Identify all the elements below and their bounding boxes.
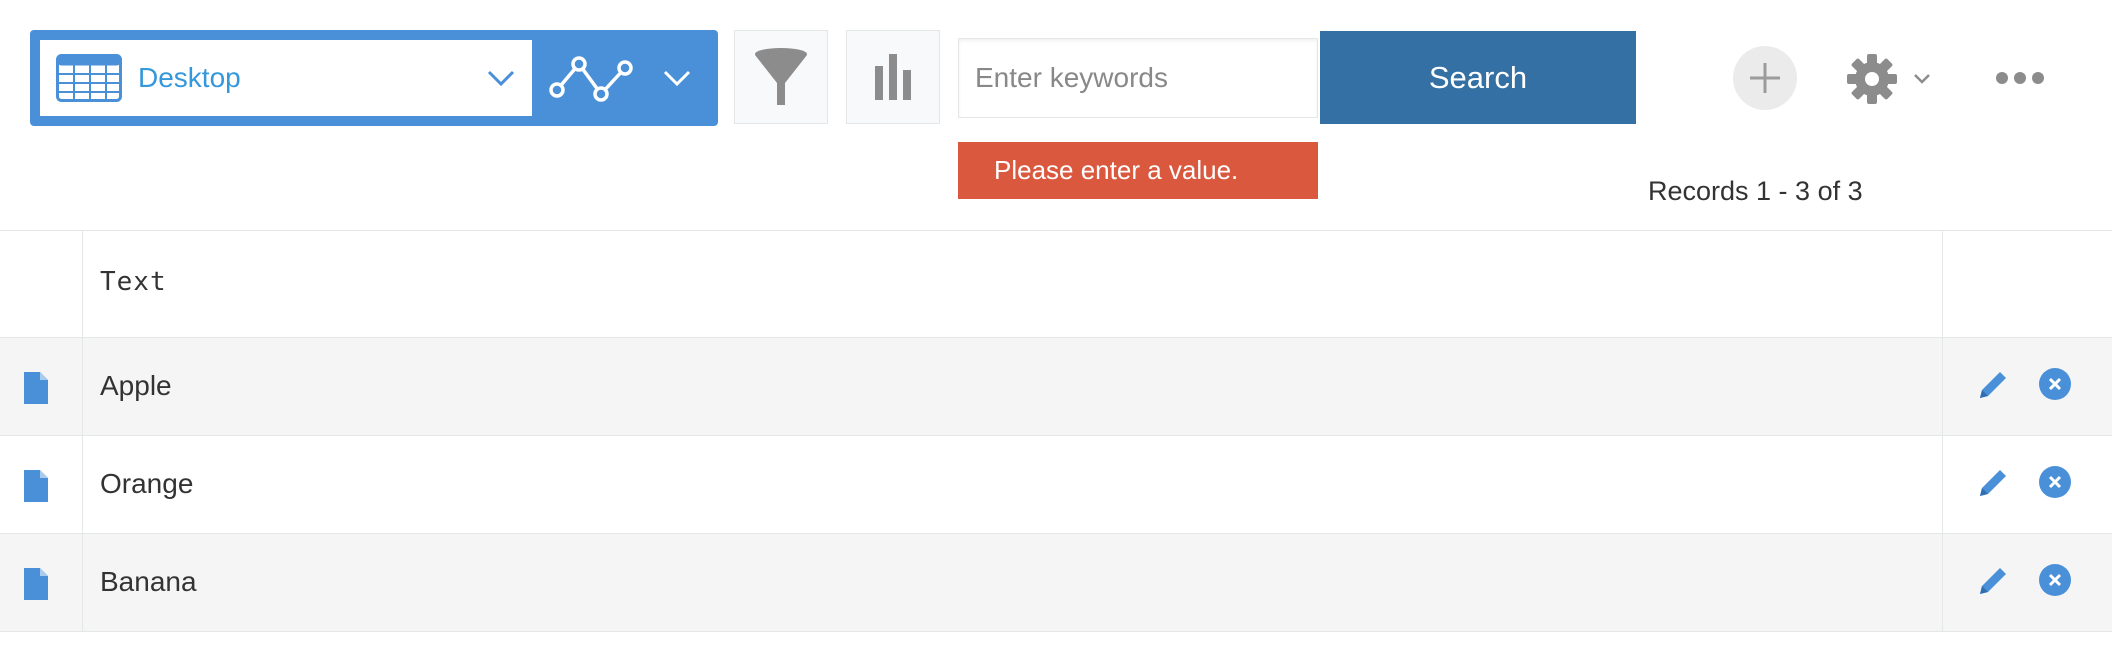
column-divider (1942, 436, 1943, 533)
search-input[interactable] (958, 38, 1318, 118)
chevron-down-icon (1914, 74, 1930, 84)
search-button[interactable]: Search (1320, 31, 1636, 124)
delete-x-icon[interactable] (2039, 564, 2071, 596)
records-table: Text Apple Orange Banana (0, 230, 2112, 632)
gear-icon (1847, 54, 1897, 104)
column-divider (82, 231, 83, 337)
column-divider (82, 534, 83, 631)
validation-error-message: Please enter a value. (958, 142, 1318, 199)
view-dropdown[interactable]: Desktop (40, 40, 532, 116)
document-icon[interactable] (24, 372, 48, 404)
cell-text: Apple (100, 370, 172, 401)
column-divider (1942, 231, 1943, 337)
chevron-down-icon (487, 70, 515, 87)
filter-funnel-icon (755, 48, 807, 105)
graph-view-button[interactable] (548, 40, 634, 116)
graph-dropdown-toggle[interactable] (652, 40, 702, 116)
table-row: Apple (0, 338, 2112, 436)
records-count: Records 1 - 3 of 3 (1648, 176, 1863, 206)
table-grid-icon (56, 54, 122, 102)
more-dots-icon (1996, 72, 2044, 84)
view-label: Desktop (138, 62, 241, 93)
bar-chart-icon (875, 54, 911, 100)
pencil-edit-icon[interactable] (1976, 368, 2010, 402)
delete-x-icon[interactable] (2039, 368, 2071, 400)
more-options-button[interactable] (1990, 60, 2050, 96)
filter-button[interactable] (734, 30, 828, 124)
column-divider (82, 436, 83, 533)
column-divider (1942, 338, 1943, 435)
table-row: Banana (0, 534, 2112, 632)
document-icon[interactable] (24, 568, 48, 600)
column-divider (1942, 534, 1943, 631)
chevron-down-icon (663, 70, 691, 87)
column-header-text[interactable]: Text (100, 267, 167, 297)
table-row: Orange (0, 436, 2112, 534)
settings-button[interactable] (1846, 50, 1946, 108)
chart-button[interactable] (846, 30, 940, 124)
table-header-row: Text (0, 230, 2112, 338)
cell-text: Banana (100, 566, 197, 597)
pencil-edit-icon[interactable] (1976, 564, 2010, 598)
document-icon[interactable] (24, 470, 48, 502)
cell-text: Orange (100, 468, 194, 499)
add-record-button[interactable] (1733, 46, 1797, 110)
column-divider (82, 338, 83, 435)
line-graph-icon (549, 56, 633, 102)
delete-x-icon[interactable] (2039, 466, 2071, 498)
plus-icon (1750, 63, 1780, 93)
pencil-edit-icon[interactable] (1976, 466, 2010, 500)
